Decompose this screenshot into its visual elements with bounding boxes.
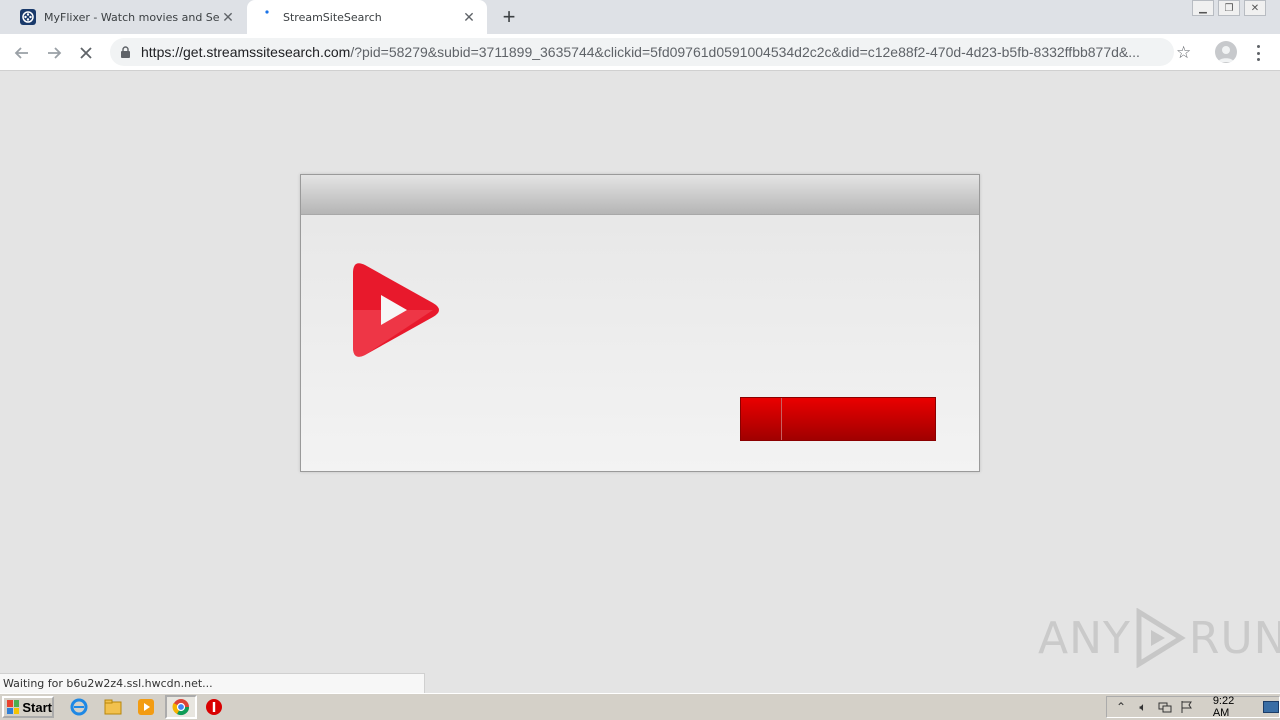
stop-sign-icon[interactable] bbox=[205, 698, 223, 716]
anyrun-watermark: ANY RUN bbox=[1038, 608, 1280, 668]
profile-avatar[interactable] bbox=[1215, 41, 1237, 63]
start-button[interactable]: Start bbox=[2, 696, 54, 718]
button-icon-segment bbox=[741, 398, 782, 440]
start-label: Start bbox=[22, 699, 52, 715]
url-text[interactable]: https://get.streamssitesearch.com/?pid=5… bbox=[141, 44, 1151, 60]
tab-myflixer[interactable]: MyFlixer - Watch movies and Series ✕ bbox=[8, 0, 246, 34]
url-host: https://get.streamssitesearch.com bbox=[141, 44, 351, 60]
forward-arrow-icon[interactable] bbox=[43, 42, 65, 64]
taskbar: Start ⌃ 🔈︎ 9:22 AM bbox=[0, 693, 1280, 720]
watermark-play-icon bbox=[1136, 608, 1186, 668]
close-window-button[interactable]: ✕ bbox=[1244, 0, 1266, 16]
show-desktop-icon[interactable] bbox=[1263, 701, 1279, 713]
minimize-button[interactable]: ▁ bbox=[1192, 0, 1214, 16]
loading-spinner-icon bbox=[259, 9, 275, 25]
chrome-menu-icon[interactable] bbox=[1251, 43, 1265, 63]
download-button[interactable] bbox=[740, 397, 936, 441]
taskbar-clock[interactable]: 9:22 AM bbox=[1213, 695, 1253, 719]
stop-loading-icon[interactable] bbox=[75, 42, 97, 64]
action-center-flag-icon[interactable] bbox=[1179, 699, 1195, 715]
volume-icon[interactable]: 🔈︎ bbox=[1135, 699, 1151, 715]
tab-streamsitesearch[interactable]: StreamSiteSearch ✕ bbox=[247, 0, 487, 34]
system-tray: ⌃ 🔈︎ 9:22 AM bbox=[1106, 695, 1280, 719]
lock-icon[interactable] bbox=[120, 46, 132, 58]
network-icon[interactable] bbox=[1157, 699, 1173, 715]
popup-dialog bbox=[300, 174, 980, 472]
browser-toolbar: https://get.streamssitesearch.com/?pid=5… bbox=[0, 34, 1280, 71]
tab-strip: MyFlixer - Watch movies and Series ✕ Str… bbox=[0, 0, 1280, 34]
internet-explorer-icon[interactable] bbox=[70, 698, 88, 716]
close-tab-icon[interactable]: ✕ bbox=[461, 9, 477, 25]
dialog-header bbox=[301, 175, 979, 215]
tab-title: MyFlixer - Watch movies and Series bbox=[44, 10, 220, 24]
address-bar[interactable]: https://get.streamssitesearch.com/?pid=5… bbox=[110, 38, 1174, 66]
url-query: /?pid=58279&subid=3711899_3635744&clicki… bbox=[350, 44, 1140, 60]
media-player-icon[interactable] bbox=[137, 698, 155, 716]
new-tab-button[interactable]: + bbox=[498, 4, 520, 29]
chrome-taskbar-icon[interactable] bbox=[165, 695, 197, 719]
tab-title: StreamSiteSearch bbox=[283, 10, 382, 24]
file-explorer-icon[interactable] bbox=[104, 698, 122, 716]
close-tab-icon[interactable]: ✕ bbox=[220, 9, 236, 25]
restore-button[interactable]: ❐ bbox=[1218, 0, 1240, 16]
windows-logo-icon bbox=[7, 700, 20, 714]
watermark-left-text: ANY bbox=[1038, 612, 1131, 664]
window-controls: ▁ ❐ ✕ bbox=[1192, 0, 1266, 16]
film-reel-icon bbox=[20, 9, 36, 25]
back-arrow-icon[interactable] bbox=[11, 42, 33, 64]
play-logo-icon bbox=[351, 261, 441, 364]
bookmark-star-icon[interactable]: ☆ bbox=[1176, 43, 1191, 63]
watermark-right-text: RUN bbox=[1188, 612, 1280, 664]
show-hidden-icons-icon[interactable]: ⌃ bbox=[1113, 699, 1129, 715]
status-bubble: Waiting for b6u2w2z4.ssl.hwcdn.net... bbox=[0, 673, 425, 693]
